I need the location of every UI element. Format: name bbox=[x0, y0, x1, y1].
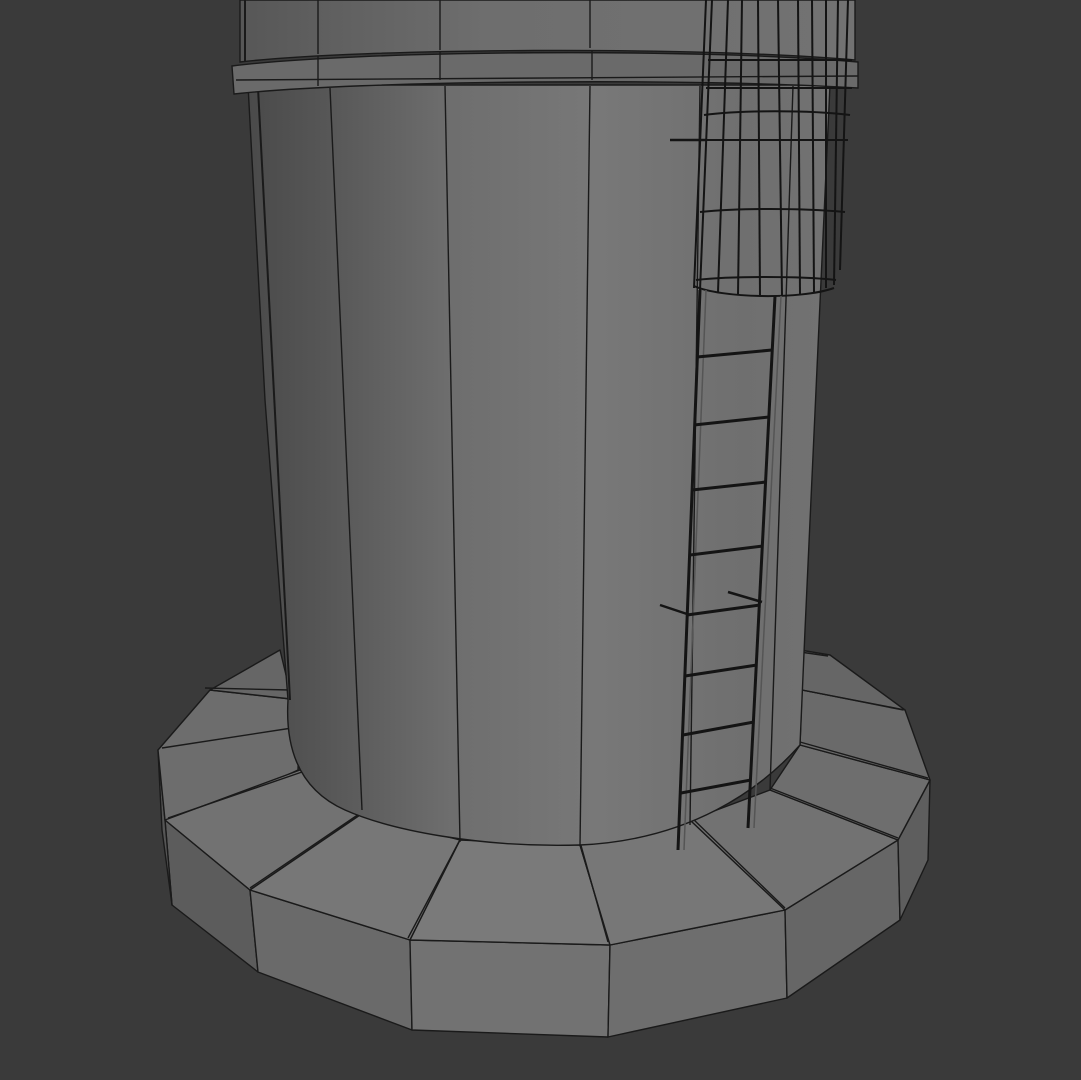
viewport-3d[interactable] bbox=[0, 0, 1081, 1080]
tower-shaft bbox=[247, 84, 831, 847]
scene-render bbox=[0, 0, 1081, 1080]
